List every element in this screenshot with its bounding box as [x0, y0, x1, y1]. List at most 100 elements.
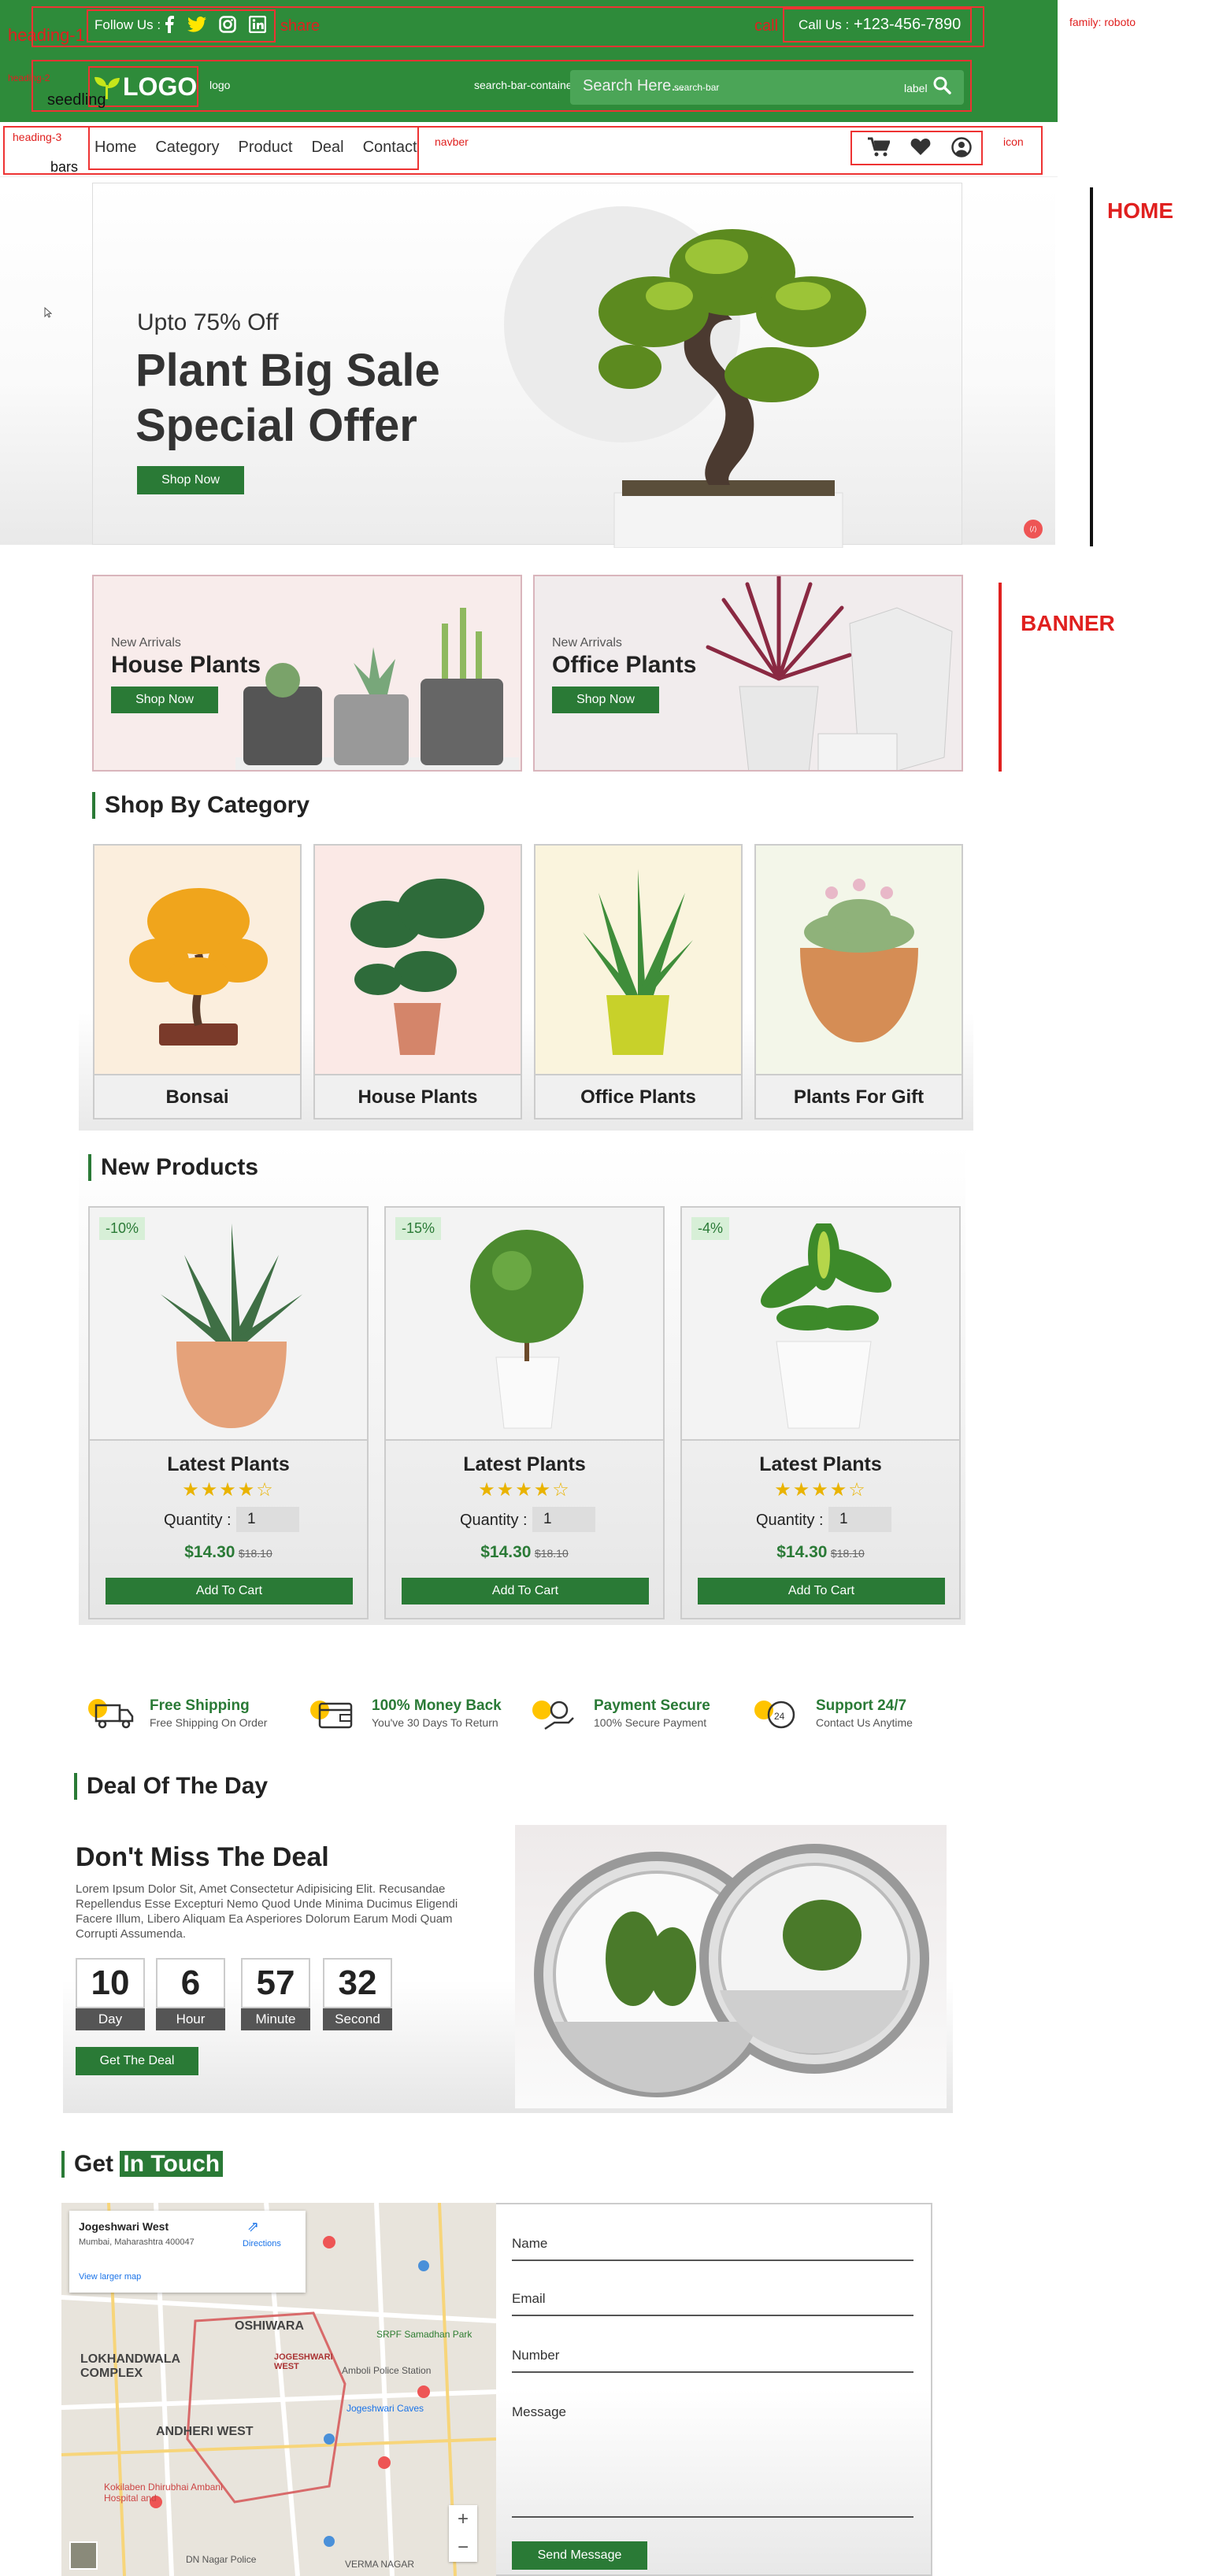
nav-item-category[interactable]: Category: [155, 139, 219, 157]
countdown-hour: 6 Hour: [156, 1958, 225, 2030]
category-section-title: Shop By Category: [92, 792, 309, 819]
cart-icon[interactable]: [868, 137, 891, 161]
category-card-office-plants[interactable]: Office Plants: [534, 844, 743, 1120]
product-card: -15% Latest Plants ★★★★☆ Quantity : 1 $1…: [384, 1206, 665, 1619]
nav-icons: [868, 137, 972, 161]
add-to-cart-button[interactable]: Add To Cart: [402, 1578, 649, 1604]
map-label: LOKHANDWALA COMPLEX: [80, 2352, 180, 2380]
hero-title: Plant Big Sale Special Offer: [135, 343, 440, 453]
cursor-icon: [44, 306, 53, 318]
map-layers-thumbnail[interactable]: [69, 2541, 98, 2570]
discount-badge: -10%: [99, 1217, 146, 1240]
bonsai-image: [129, 888, 268, 1046]
email-field[interactable]: Email: [512, 2291, 913, 2316]
message-field[interactable]: Message: [512, 2404, 913, 2518]
banner-shop-now-button[interactable]: Shop Now: [552, 687, 659, 713]
name-field[interactable]: Name: [512, 2236, 913, 2261]
rating-stars-icon: ★★★★☆: [478, 1479, 571, 1501]
nav-item-product[interactable]: Product: [239, 139, 293, 157]
linkedin-icon[interactable]: [248, 15, 267, 37]
get-the-deal-button[interactable]: Get The Deal: [76, 2047, 198, 2075]
category-card-bonsai[interactable]: Bonsai: [93, 844, 302, 1120]
search-icon[interactable]: [932, 76, 951, 98]
directions-icon[interactable]: ⇗: [247, 2219, 259, 2235]
deal-section-title: Deal Of The Day: [74, 1773, 268, 1800]
annotation-navber: navber: [435, 135, 469, 148]
feature-title: Free Shipping: [150, 1697, 250, 1714]
monstera-image: [350, 879, 484, 1055]
nav-item-deal[interactable]: Deal: [311, 139, 343, 157]
truck-icon: [88, 1699, 134, 1729]
map-larger-link[interactable]: View larger map: [79, 2272, 141, 2282]
annotation-search-bar: search-bar: [674, 82, 720, 93]
add-to-cart-button[interactable]: Add To Cart: [106, 1578, 353, 1604]
map-directions-link[interactable]: Directions: [243, 2239, 281, 2248]
hero-title-line-1: Plant Big Sale: [135, 345, 440, 396]
call-label: Call Us :: [799, 17, 850, 32]
heart-icon[interactable]: [910, 137, 931, 161]
add-to-cart-button[interactable]: Add To Cart: [698, 1578, 945, 1604]
hero-shop-now-button[interactable]: Shop Now: [137, 466, 244, 494]
seedling-icon: [93, 72, 121, 105]
product-price: $14.30 $18.10: [386, 1543, 663, 1562]
nav-item-contact[interactable]: Contact: [363, 139, 417, 157]
logo[interactable]: LOGO: [123, 72, 197, 102]
rating-stars-icon: ★★★★☆: [182, 1479, 275, 1501]
price-current: $14.30: [776, 1543, 828, 1561]
map-info-card: Jogeshwari West Mumbai, Maharashtra 4000…: [69, 2211, 306, 2293]
hero-title-line-2: Special Offer: [135, 400, 417, 451]
category-label: Plants For Gift: [756, 1074, 962, 1118]
facebook-icon[interactable]: [164, 16, 175, 37]
product-name: Latest Plants: [759, 1453, 882, 1475]
feature-title: Support 24/7: [816, 1697, 907, 1714]
price-current: $14.30: [184, 1543, 235, 1561]
quantity-input[interactable]: 1: [236, 1507, 299, 1532]
quantity-label: Quantity :: [756, 1512, 824, 1529]
price-old: $18.10: [830, 1547, 865, 1560]
snake-plant-image: [583, 869, 693, 1055]
quantity-label: Quantity :: [164, 1512, 232, 1529]
discount-badge: -15%: [395, 1217, 442, 1240]
category-label: Bonsai: [94, 1074, 300, 1118]
category-card-house-plants[interactable]: House Plants: [313, 844, 522, 1120]
quantity-input[interactable]: 1: [828, 1507, 891, 1532]
zoom-in-icon[interactable]: +: [449, 2505, 477, 2533]
map-label: SRPF Samadhan Park: [376, 2329, 472, 2340]
twitter-icon[interactable]: [187, 16, 206, 37]
map-zoom-controls: + −: [449, 2505, 477, 2562]
countdown-minute: 57 Minute: [241, 1958, 310, 2030]
product-name: Latest Plants: [167, 1453, 290, 1475]
category-label: House Plants: [315, 1074, 521, 1118]
number-field[interactable]: Number: [512, 2348, 913, 2373]
instagram-icon[interactable]: [219, 16, 236, 37]
countdown-second: 32 Second: [323, 1958, 392, 2030]
annotation-search-container: search-bar-container: [474, 79, 576, 91]
zoom-out-icon[interactable]: −: [449, 2533, 477, 2562]
banner-house-plants: New Arrivals House Plants Shop Now: [92, 575, 522, 772]
payment-hand-icon: [532, 1701, 574, 1730]
feature-subtitle: Free Shipping On Order: [150, 1716, 268, 1729]
products-section-title: New Products: [88, 1154, 258, 1181]
map-label: ANDHERI WEST: [156, 2425, 254, 2438]
annotation-share: share: [280, 17, 321, 35]
phone-number[interactable]: +123-456-7890: [854, 16, 961, 34]
send-message-button[interactable]: Send Message: [512, 2541, 647, 2570]
annotation-banner: BANNER: [1021, 611, 1115, 635]
nav-item-home[interactable]: Home: [94, 139, 136, 157]
user-icon[interactable]: [951, 137, 972, 161]
svg-text:24: 24: [774, 1711, 785, 1722]
countdown-day: 10 Day: [76, 1958, 145, 2030]
quantity-input[interactable]: 1: [532, 1507, 595, 1532]
quantity-label: Quantity :: [460, 1512, 528, 1529]
map-label: OSHIWARA: [235, 2319, 304, 2333]
map-label: Amboli Police Station: [342, 2365, 432, 2376]
category-card-plants-for-gift[interactable]: Plants For Gift: [754, 844, 963, 1120]
follow-label: Follow Us :: [94, 17, 161, 32]
banner-shop-now-button[interactable]: Shop Now: [111, 687, 218, 713]
support-24-icon: 24: [754, 1701, 795, 1729]
price-old: $18.10: [534, 1547, 569, 1560]
google-map[interactable]: Jogeshwari West Mumbai, Maharashtra 4000…: [61, 2203, 496, 2576]
discount-badge: -4%: [691, 1217, 730, 1240]
deal-description: Lorem Ipsum Dolor Sit, Amet Consectetur …: [76, 1882, 458, 1941]
nav-menu: Home Category Product Deal Contact: [94, 139, 436, 157]
